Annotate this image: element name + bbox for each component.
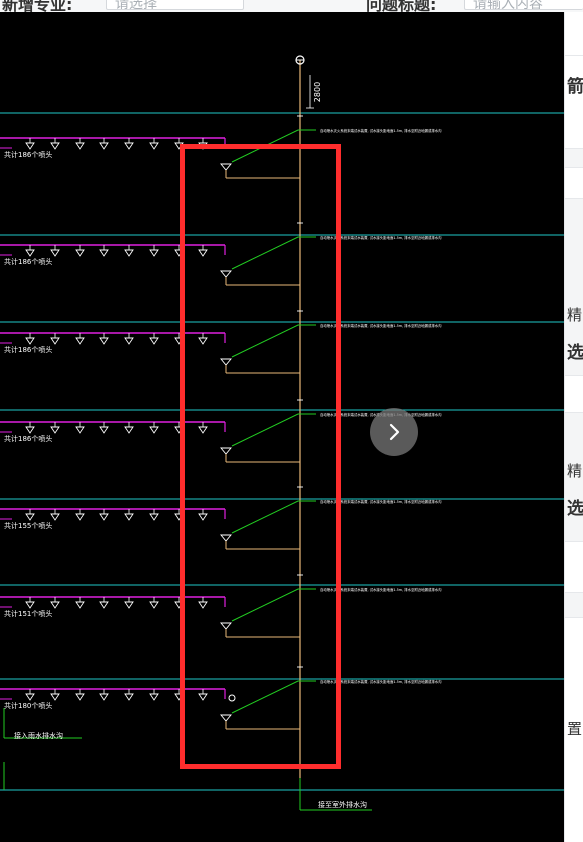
test-valve-icon — [220, 163, 232, 171]
sprinkler-icon — [124, 426, 134, 434]
sprinkler-icon — [50, 693, 60, 701]
sprinkler-icon — [124, 601, 134, 609]
sprinkler-icon — [25, 693, 35, 701]
note-leader-line — [231, 588, 316, 622]
sprinkler-icon — [149, 249, 159, 257]
panel-divider-2 — [565, 592, 583, 618]
major-select[interactable]: 请选择 — [106, 0, 244, 10]
pipe-label: 共计186个喷头 — [4, 257, 52, 266]
floor-branch-6 — [0, 574, 316, 638]
sprinkler-icon — [99, 693, 109, 701]
sprinkler-icon — [149, 601, 159, 609]
sprinkler-icon — [75, 513, 85, 521]
floor-branch-7 — [0, 666, 316, 730]
annotation-note: 自动喷水灭火系统末端试水装置, 试水接头距地面1.5m, 排水至附近地漏或排水沟 — [320, 128, 442, 133]
sprinkler-icon — [50, 601, 60, 609]
sprinkler-icon — [99, 142, 109, 150]
note-leader-line — [231, 236, 316, 270]
sprinkler-icon — [99, 426, 109, 434]
answer-card-1-tag: 精 — [567, 306, 583, 324]
pipe-label: 共计151个喷头 — [4, 609, 52, 618]
note-leader-line — [231, 500, 316, 534]
sprinkler-icon — [99, 337, 109, 345]
elevation-dimension: 2800 — [313, 82, 322, 102]
sprinkler-icon — [50, 337, 60, 345]
sprinkler-icon — [124, 513, 134, 521]
sprinkler-icon — [124, 249, 134, 257]
sprinkler-icon — [25, 249, 35, 257]
answer-card-1-title: 选 — [567, 343, 583, 363]
sprinkler-icon — [149, 513, 159, 521]
pipe-label: 共计180个喷头 — [4, 701, 52, 710]
sprinkler-icon — [198, 249, 208, 257]
panel-header — [565, 12, 583, 56]
floor-branch-3 — [0, 310, 316, 374]
flow-switch-icon — [228, 694, 236, 702]
pipe-label: 共计186个喷头 — [4, 434, 52, 443]
chevron-right-icon — [389, 423, 400, 441]
sprinkler-icon — [50, 249, 60, 257]
sprinkler-icon — [124, 693, 134, 701]
pipe-label: 共计186个喷头 — [4, 150, 52, 159]
panel-divider — [565, 148, 583, 168]
sprinkler-icon — [198, 513, 208, 521]
sprinkler-icon — [198, 426, 208, 434]
bottom-right-label: 接至室外排水沟 — [318, 800, 367, 809]
test-valve-icon — [220, 622, 232, 630]
sprinkler-icon — [75, 249, 85, 257]
highlight-box — [180, 144, 341, 769]
sprinkler-icon — [75, 426, 85, 434]
note-leader-line — [231, 324, 316, 358]
note-leader-line — [231, 413, 316, 447]
sprinkler-icon — [50, 142, 60, 150]
panel-footer-fragment: 置 — [567, 720, 583, 738]
sprinkler-icon — [124, 337, 134, 345]
pipe-label: 共计186个喷头 — [4, 345, 52, 354]
floor-branch-2 — [0, 222, 316, 286]
sprinkler-icon — [75, 601, 85, 609]
sprinkler-icon — [25, 426, 35, 434]
sprinkler-icon — [25, 142, 35, 150]
bottom-left-label: 接入雨水排水沟 — [14, 731, 63, 740]
test-valve-icon — [220, 358, 232, 366]
sprinkler-icon — [25, 337, 35, 345]
sprinkler-icon — [99, 601, 109, 609]
note-leader-line — [231, 680, 316, 714]
sprinkler-icon — [99, 513, 109, 521]
test-valve-icon — [220, 534, 232, 542]
sprinkler-icon — [99, 249, 109, 257]
answer-card-2-title: 选 — [567, 499, 583, 519]
sprinkler-icon — [50, 426, 60, 434]
sprinkler-icon — [25, 513, 35, 521]
sprinkler-system-drawing: 2800 共计186个喷头 自动喷水灭火系统末端试水装置, 试水接头距地面1.5m,… — [0, 55, 564, 811]
sprinkler-icon — [149, 693, 159, 701]
sprinkler-icon — [149, 337, 159, 345]
test-valve-icon — [220, 714, 232, 722]
panel-title-fragment: 箭 — [567, 77, 583, 97]
right-panel: 箭 精 选 精 选 置 — [564, 12, 583, 842]
floor-branch-5 — [0, 486, 316, 550]
sprinkler-icon — [149, 142, 159, 150]
test-valve-icon — [220, 270, 232, 278]
sprinkler-icon — [50, 513, 60, 521]
sprinkler-icon — [198, 337, 208, 345]
answer-card-2-tag: 精 — [567, 462, 583, 480]
cad-drawing-viewer[interactable]: 2800 共计186个喷头 自动喷水灭火系统末端试水装置, 试水接头距地面1.5m,… — [0, 12, 564, 842]
sprinkler-icon — [75, 142, 85, 150]
next-image-button[interactable] — [370, 408, 418, 456]
question-title-input[interactable]: 请输入内容 — [464, 0, 583, 10]
sprinkler-icon — [75, 337, 85, 345]
sprinkler-icon — [149, 426, 159, 434]
floor-branch-4 — [0, 399, 316, 463]
sprinkler-icon — [124, 142, 134, 150]
test-valve-icon — [220, 447, 232, 455]
sprinkler-icon — [75, 693, 85, 701]
pipe-label: 共计155个喷头 — [4, 521, 52, 530]
sprinkler-icon — [25, 601, 35, 609]
sprinkler-icon — [198, 601, 208, 609]
sprinkler-icon — [198, 693, 208, 701]
